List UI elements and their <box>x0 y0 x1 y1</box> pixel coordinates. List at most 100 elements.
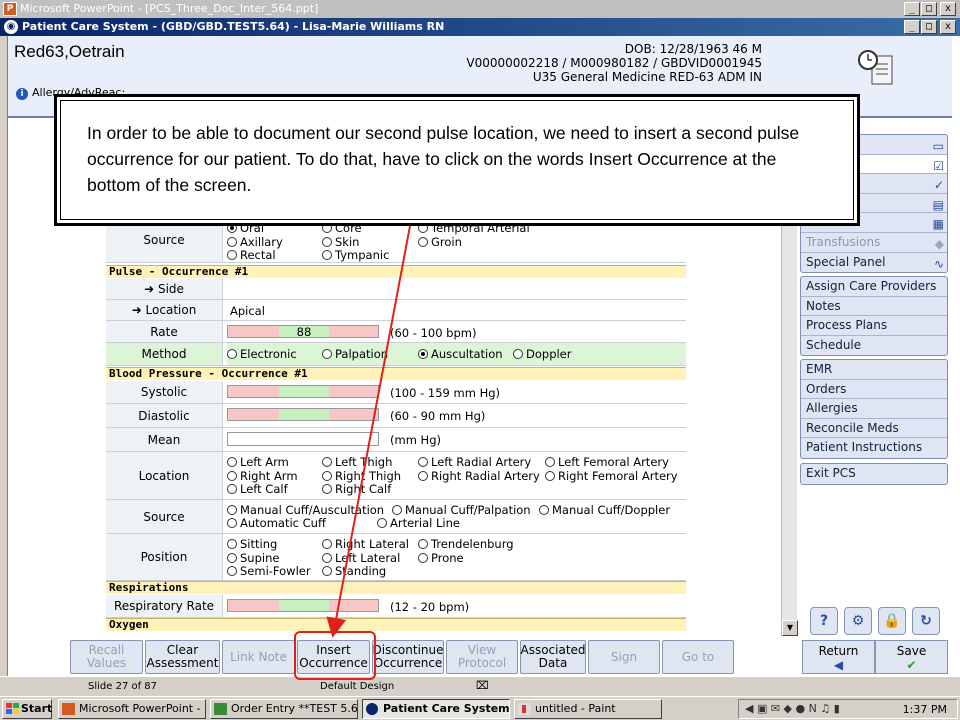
pulse-rate-input[interactable]: 88 <box>227 325 379 338</box>
radio-doppler[interactable]: Doppler <box>513 348 572 361</box>
radio-left-radial-artery[interactable]: Left Radial Artery <box>418 456 531 469</box>
radio-dot <box>418 539 428 549</box>
radio-sitting[interactable]: Sitting <box>227 538 277 551</box>
pulse-side-value[interactable] <box>227 279 686 299</box>
task-patient-care-system[interactable]: Patient Care System ... <box>362 699 510 719</box>
windows-logo-icon <box>6 703 19 714</box>
task-powerpoint[interactable]: Microsoft PowerPoint - [... <box>58 699 206 719</box>
powerpoint-left-strip <box>0 36 8 676</box>
radio-dot <box>322 349 332 359</box>
clock-clipboard-icon[interactable] <box>856 48 896 88</box>
task-order-entry[interactable]: Order Entry **TEST 5.6... <box>210 699 358 719</box>
go-to-button[interactable]: Go to <box>662 640 734 674</box>
radio-dot <box>227 505 237 515</box>
powerpoint-icon: P <box>3 2 17 16</box>
radio-prone[interactable]: Prone <box>418 552 464 565</box>
start-button[interactable]: Start <box>2 699 52 719</box>
pulse-location-row: ➜ Location Apical <box>106 300 686 321</box>
pcs-maximize-button[interactable]: □ <box>921 20 937 34</box>
range-low <box>228 409 280 420</box>
radio-arterial-line[interactable]: Arterial Line <box>377 517 460 530</box>
view-protocol-button[interactable]: View Protocol <box>446 640 518 674</box>
return-button[interactable]: Return ◀ <box>802 640 875 674</box>
mean-input[interactable] <box>227 432 379 446</box>
radio-right-femoral-artery[interactable]: Right Femoral Artery <box>545 470 678 483</box>
position-row: Position Sitting Right Lateral Trendelen… <box>106 534 686 581</box>
radio-right-lateral[interactable]: Right Lateral <box>322 538 409 551</box>
radio-dot <box>227 457 237 467</box>
nav-item-orders[interactable]: Orders <box>801 380 947 400</box>
radio-auscultation[interactable]: Auscultation <box>418 348 503 361</box>
pcs-minimize-button[interactable]: _ <box>904 20 920 34</box>
clear-assessment-button[interactable]: Clear Assessment <box>145 640 220 674</box>
slide-counter: Slide 27 of 87 <box>88 681 158 692</box>
close-button[interactable]: x <box>940 2 956 16</box>
radio-left-calf[interactable]: Left Calf <box>227 483 288 496</box>
nav-item-emr[interactable]: EMR <box>801 360 947 380</box>
radio-left-thigh[interactable]: Left Thigh <box>322 456 392 469</box>
scroll-down-icon[interactable]: ▼ <box>782 620 798 636</box>
powerpoint-title-bar: P Microsoft PowerPoint - [PCS_Three_Doc_… <box>0 0 960 18</box>
radio-palpation[interactable]: Palpation <box>322 348 388 361</box>
tray-icons[interactable]: ◀ ▣ ✉ ◆ ● N ♫ ▮ <box>745 702 840 715</box>
mean-row: Mean (mm Hg) <box>106 428 686 452</box>
nav-item-reconcile-meds[interactable]: Reconcile Meds <box>801 419 947 439</box>
row-label: Rate <box>106 321 223 342</box>
nav-item-notes[interactable]: Notes <box>801 297 947 317</box>
maximize-button[interactable]: □ <box>921 2 937 16</box>
nav-item-transfusions[interactable]: Transfusions ◆ <box>801 233 947 253</box>
nav-item-schedule[interactable]: Schedule <box>801 336 947 356</box>
refresh-button[interactable]: ↻ <box>912 607 940 635</box>
radio-rectal[interactable]: Rectal <box>227 249 276 262</box>
nav-item-allergies[interactable]: Allergies <box>801 399 947 419</box>
radio-dot <box>227 250 237 260</box>
diastolic-row: Diastolic (60 - 90 mm Hg) <box>106 404 686 428</box>
rate-unit: (60 - 100 bpm) <box>390 326 477 340</box>
help-button[interactable]: ? <box>810 607 838 635</box>
settings-button[interactable]: ⚙ <box>844 607 872 635</box>
row-label: Systolic <box>106 381 223 403</box>
nav-item-exit-pcs[interactable]: Exit PCS <box>801 464 947 484</box>
range-low <box>228 600 280 611</box>
bp-location-row: Location Left Arm Left Thigh Left Radial… <box>106 452 686 500</box>
radio-electronic[interactable]: Electronic <box>227 348 297 361</box>
nav-item-process-plans[interactable]: Process Plans <box>801 316 947 336</box>
diastolic-input[interactable] <box>227 408 379 421</box>
nav-group-care: Assign Care Providers Notes Process Plan… <box>800 276 948 357</box>
systolic-input[interactable] <box>227 385 379 398</box>
nav-item-patient-instructions[interactable]: Patient Instructions <box>801 438 947 458</box>
radio-automatic-cuff[interactable]: Automatic Cuff <box>227 517 326 530</box>
save-button[interactable]: Save ✔ <box>875 640 948 674</box>
radio-right-calf[interactable]: Right Calf <box>322 483 391 496</box>
associated-data-button[interactable]: Associated Data <box>520 640 586 674</box>
radio-standing[interactable]: Standing <box>322 565 386 578</box>
row-label: Mean <box>106 428 223 451</box>
sign-button[interactable]: Sign <box>588 640 660 674</box>
link-note-button[interactable]: Link Note <box>222 640 295 674</box>
nav-item-special-panel[interactable]: Special Panel ∿ <box>801 253 947 273</box>
radio-groin[interactable]: Groin <box>418 236 462 249</box>
radio-dot <box>418 457 428 467</box>
help-icon: ? <box>819 613 829 629</box>
discontinue-occurrence-button[interactable]: Discontinue Occurrence <box>372 640 444 674</box>
respiratory-rate-input[interactable] <box>227 599 379 612</box>
radio-tympanic[interactable]: Tympanic <box>322 249 389 262</box>
respirations-section-header: Respirations <box>106 581 686 594</box>
pulse-location-value[interactable]: Apical <box>227 300 686 320</box>
bottom-toolbar: Recall Values Clear Assessment Link Note… <box>70 640 734 674</box>
radio-dot <box>322 484 332 494</box>
radio-semi-fowler[interactable]: Semi-Fowler <box>227 565 311 578</box>
radio-left-arm[interactable]: Left Arm <box>227 456 289 469</box>
radio-left-femoral-artery[interactable]: Left Femoral Artery <box>545 456 669 469</box>
range-high <box>328 326 378 337</box>
task-paint[interactable]: untitled - Paint <box>514 699 662 719</box>
nav-group-exit: Exit PCS <box>800 463 948 485</box>
pcs-close-button[interactable]: x <box>940 20 956 34</box>
radio-right-radial-artery[interactable]: Right Radial Artery <box>418 470 540 483</box>
recall-values-button[interactable]: Recall Values <box>70 640 143 674</box>
radio-manual-cuff-doppler[interactable]: Manual Cuff/Doppler <box>539 504 670 517</box>
minimize-button[interactable]: _ <box>904 2 920 16</box>
nav-item-assign-care-providers[interactable]: Assign Care Providers <box>801 277 947 297</box>
radio-trendelenburg[interactable]: Trendelenburg <box>418 538 514 551</box>
lock-button[interactable]: 🔒 <box>878 607 906 635</box>
